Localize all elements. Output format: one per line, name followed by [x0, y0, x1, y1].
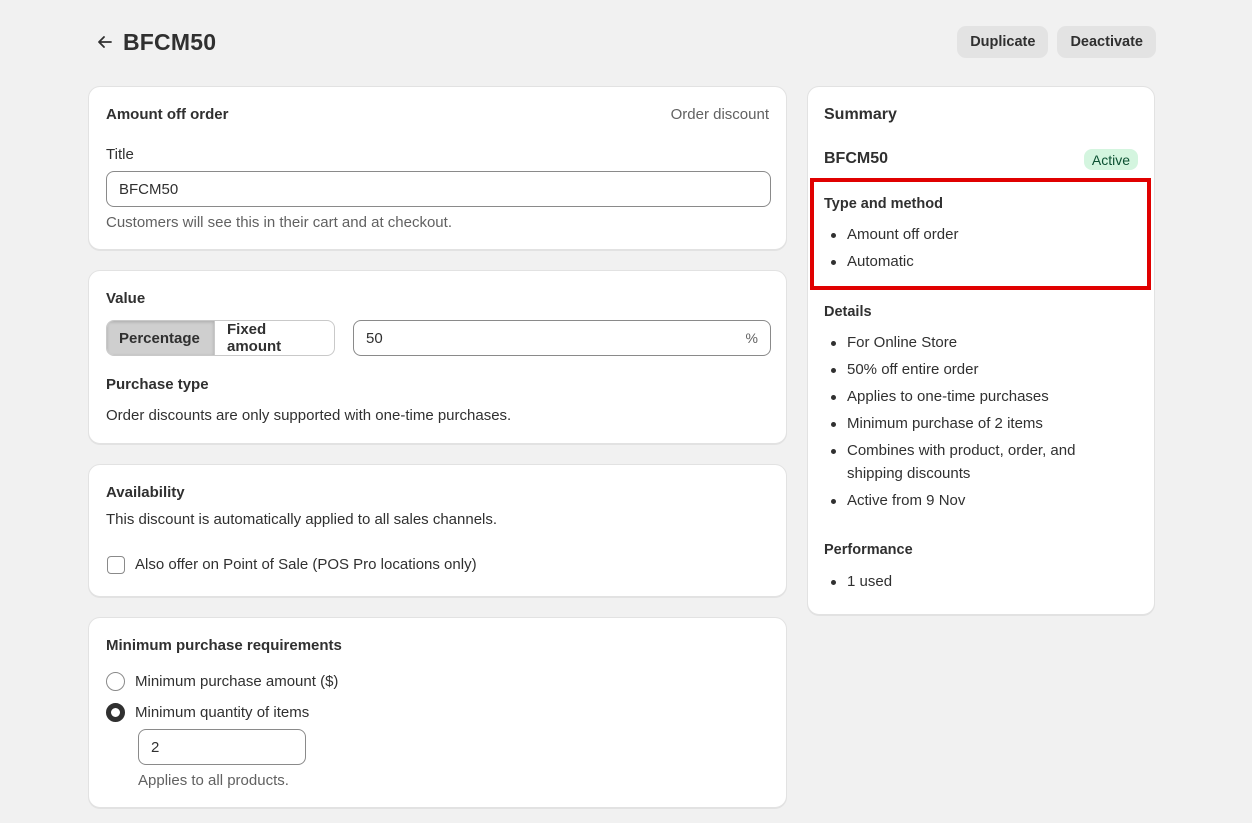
minimum-requirements-card: Minimum purchase requirements Minimum pu…	[88, 617, 787, 808]
availability-heading: Availability	[106, 484, 185, 501]
discount-value: 50	[366, 329, 383, 347]
quantity-input[interactable]: 2	[138, 729, 306, 765]
performance-list: 1 used	[824, 570, 1124, 597]
percent-suffix: %	[745, 330, 758, 346]
discount-type-label: Order discount	[670, 106, 769, 123]
list-item: For Online Store	[824, 331, 1124, 354]
list-item: Automatic	[824, 250, 1134, 273]
pos-checkbox[interactable]	[107, 556, 125, 574]
type-method-heading: Type and method	[824, 196, 943, 212]
minimum-quantity-label[interactable]: Minimum quantity of items	[135, 704, 309, 721]
list-item: Active from 9 Nov	[824, 489, 1124, 512]
details-list: For Online Store 50% off entire order Ap…	[824, 331, 1124, 516]
summary-heading: Summary	[824, 106, 897, 123]
value-type-toggle: Percentage Fixed amount	[106, 320, 335, 356]
performance-heading: Performance	[824, 542, 913, 558]
list-item: Combines with product, order, and shippi…	[824, 439, 1124, 485]
status-badge: Active	[1083, 149, 1138, 170]
header-actions: Duplicate Deactivate	[957, 26, 1156, 58]
list-item: Amount off order	[824, 223, 1134, 246]
title-field-label: Title	[106, 146, 134, 163]
arrow-left-icon	[98, 36, 112, 48]
deactivate-button[interactable]: Deactivate	[1057, 26, 1156, 58]
summary-card: Summary BFCM50 Active Type and method Am…	[807, 86, 1155, 615]
back-button[interactable]	[90, 27, 120, 57]
quantity-value: 2	[151, 738, 160, 756]
page-title: BFCM50	[123, 28, 217, 55]
minimum-requirements-heading: Minimum purchase requirements	[106, 637, 342, 654]
availability-description: This discount is automatically applied t…	[106, 511, 498, 528]
discount-title-card: Amount off order Order discount Title BF…	[88, 86, 787, 250]
title-input[interactable]: BFCM50	[106, 171, 771, 207]
list-item: 1 used	[824, 570, 1124, 593]
purchase-type-heading: Purchase type	[106, 376, 209, 393]
minimum-amount-radio[interactable]	[106, 672, 125, 691]
minimum-quantity-radio[interactable]	[106, 703, 125, 722]
title-input-value: BFCM50	[119, 180, 179, 198]
list-item: 50% off entire order	[824, 358, 1124, 381]
duplicate-button[interactable]: Duplicate	[957, 26, 1049, 58]
minimum-amount-label[interactable]: Minimum purchase amount ($)	[135, 673, 338, 690]
title-help-text: Customers will see this in their cart an…	[106, 214, 452, 231]
fixed-amount-option[interactable]: Fixed amount	[215, 321, 334, 355]
type-method-list: Amount off order Automatic	[824, 223, 1134, 277]
percentage-option[interactable]: Percentage	[107, 321, 214, 355]
discount-value-input[interactable]: 50 %	[353, 320, 771, 356]
summary-code: BFCM50	[824, 150, 889, 167]
purchase-type-text: Order discounts are only supported with …	[106, 407, 512, 424]
value-card: Value Percentage Fixed amount 50 % Purch…	[88, 270, 787, 444]
quantity-help-text: Applies to all products.	[138, 772, 289, 789]
page-header: BFCM50 Duplicate Deactivate	[88, 26, 1156, 58]
discount-method-heading: Amount off order	[106, 106, 229, 123]
list-item: Minimum purchase of 2 items	[824, 412, 1124, 435]
availability-card: Availability This discount is automatica…	[88, 464, 787, 597]
list-item: Applies to one-time purchases	[824, 385, 1124, 408]
pos-checkbox-label[interactable]: Also offer on Point of Sale (POS Pro loc…	[135, 556, 477, 573]
details-heading: Details	[824, 304, 872, 320]
value-heading: Value	[106, 290, 146, 307]
